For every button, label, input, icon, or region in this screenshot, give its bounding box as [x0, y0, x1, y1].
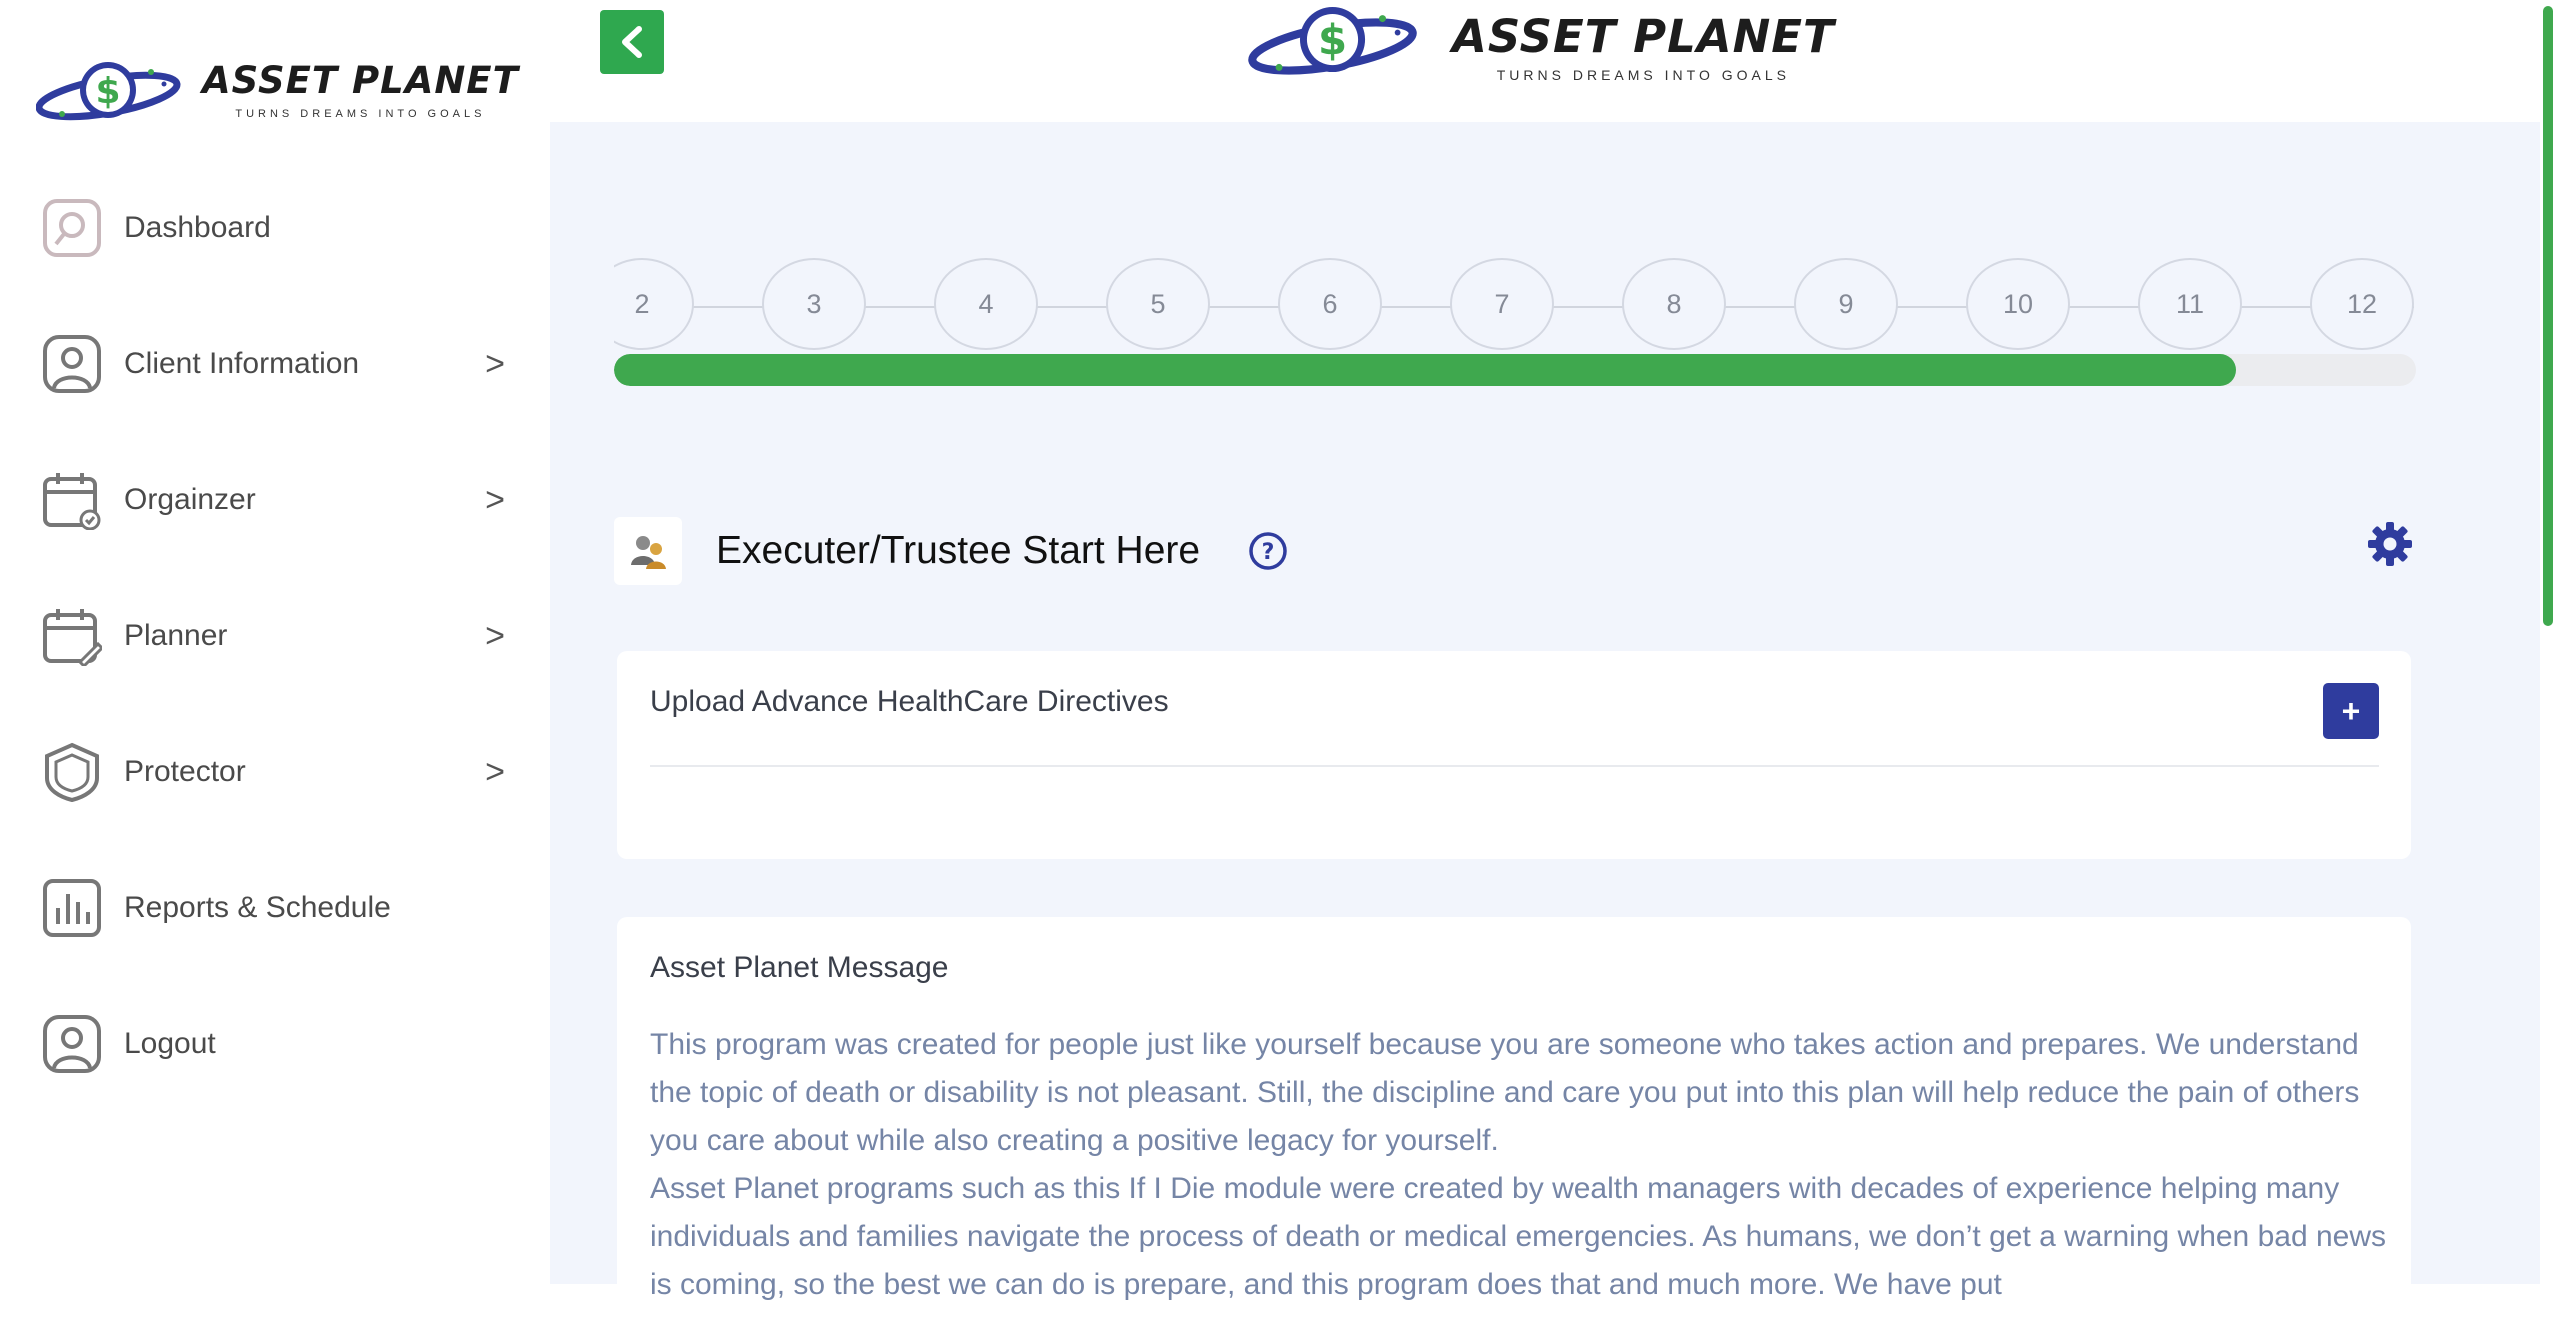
brand-name: ASSET PLANET	[202, 58, 519, 102]
chevron-right-icon: >	[485, 616, 505, 655]
brand-tagline: TURNS DREAMS INTO GOALS	[1496, 66, 1790, 83]
header-logo[interactable]: $ ASSET PLANET TURNS DREAMS INTO GOALS	[1238, 0, 1835, 86]
executor-people-icon	[614, 517, 682, 585]
sidebar-logo[interactable]: $ ASSET PLANET TURNS DREAMS INTO GOALS	[36, 56, 519, 130]
brand-tagline: TURNS DREAMS INTO GOALS	[235, 107, 486, 120]
step-circle[interactable]: 2	[614, 258, 694, 350]
section-header: Executer/Trustee Start Here ?	[614, 516, 2414, 586]
user-logout-icon	[40, 1012, 104, 1076]
divider	[650, 765, 2379, 767]
sidebar-item-protector[interactable]: Protector >	[40, 737, 510, 807]
shield-icon	[40, 740, 104, 804]
planet-logo-icon: $	[36, 62, 181, 121]
back-button[interactable]	[600, 10, 664, 74]
chevron-left-icon	[622, 26, 642, 58]
step-circle[interactable]: 5	[1106, 258, 1210, 350]
step-circle[interactable]: 8	[1622, 258, 1726, 350]
page-scrollbar[interactable]	[2540, 0, 2556, 1284]
calendar-edit-icon	[40, 604, 104, 668]
step-circle[interactable]: 10	[1966, 258, 2070, 350]
card-title: Asset Planet Message	[650, 951, 949, 984]
user-icon	[40, 332, 104, 396]
sidebar-item-label: Logout	[124, 1027, 216, 1060]
gear-icon[interactable]	[2366, 520, 2414, 568]
add-upload-button[interactable]: +	[2323, 683, 2379, 739]
planet-logo-icon: $	[1248, 6, 1417, 75]
progress-bar-fill	[614, 354, 2236, 386]
step-circle[interactable]: 3	[762, 258, 866, 350]
sidebar-item-label: Client Information	[124, 347, 360, 380]
calendar-check-icon	[40, 468, 104, 532]
question-circle-icon[interactable]: ?	[1248, 531, 1288, 571]
step-circle[interactable]: 9	[1794, 258, 1898, 350]
sidebar-item-organizer[interactable]: Orgainzer >	[40, 465, 510, 535]
sidebar-item-label: Orgainzer	[124, 483, 256, 516]
sidebar-item-logout[interactable]: Logout	[40, 1009, 510, 1079]
step-circle[interactable]: 6	[1278, 258, 1382, 350]
sidebar-item-dashboard[interactable]: Dashboard	[40, 193, 510, 263]
step-circle[interactable]: 4	[934, 258, 1038, 350]
sidebar: $ ASSET PLANET TURNS DREAMS INTO GOALS D…	[0, 0, 550, 1284]
step-circle[interactable]: 7	[1450, 258, 1554, 350]
bar-chart-icon	[40, 876, 104, 940]
dashboard-gauge-icon	[40, 196, 104, 260]
message-body: This program was created for people just…	[650, 1021, 2390, 1309]
sidebar-item-label: Dashboard	[124, 211, 271, 244]
upload-directives-card: Upload Advance HealthCare Directives +	[617, 651, 2411, 859]
step-indicator: 2 3 4 5 6 7 8 9 10 11 12	[614, 258, 2414, 358]
page-title: Executer/Trustee Start Here	[716, 529, 1201, 572]
sidebar-item-label: Reports & Schedule	[124, 891, 391, 924]
svg-text:?: ?	[1262, 540, 1275, 565]
asset-planet-message-card: Asset Planet Message This program was cr…	[617, 917, 2411, 1337]
step-circle[interactable]: 11	[2138, 258, 2242, 350]
message-paragraph: Asset Planet programs such as this If I …	[650, 1172, 2387, 1301]
step-circle[interactable]: 12	[2310, 258, 2414, 350]
sidebar-item-label: Planner	[124, 619, 228, 652]
sidebar-item-label: Protector	[124, 755, 246, 788]
brand-name: ASSET PLANET	[1452, 9, 1835, 63]
card-title: Upload Advance HealthCare Directives	[650, 685, 1169, 718]
chevron-right-icon: >	[485, 480, 505, 519]
progress-bar	[614, 354, 2416, 386]
sidebar-item-client-information[interactable]: Client Information >	[40, 329, 510, 399]
chevron-right-icon: >	[485, 344, 505, 383]
svg-text:$: $	[95, 71, 120, 112]
sidebar-item-planner[interactable]: Planner >	[40, 601, 510, 671]
svg-text:$: $	[1318, 16, 1347, 65]
message-paragraph: This program was created for people just…	[650, 1028, 2360, 1157]
scrollbar-thumb[interactable]	[2543, 6, 2553, 626]
chevron-right-icon: >	[485, 752, 505, 791]
sidebar-item-reports-schedule[interactable]: Reports & Schedule	[40, 873, 510, 943]
